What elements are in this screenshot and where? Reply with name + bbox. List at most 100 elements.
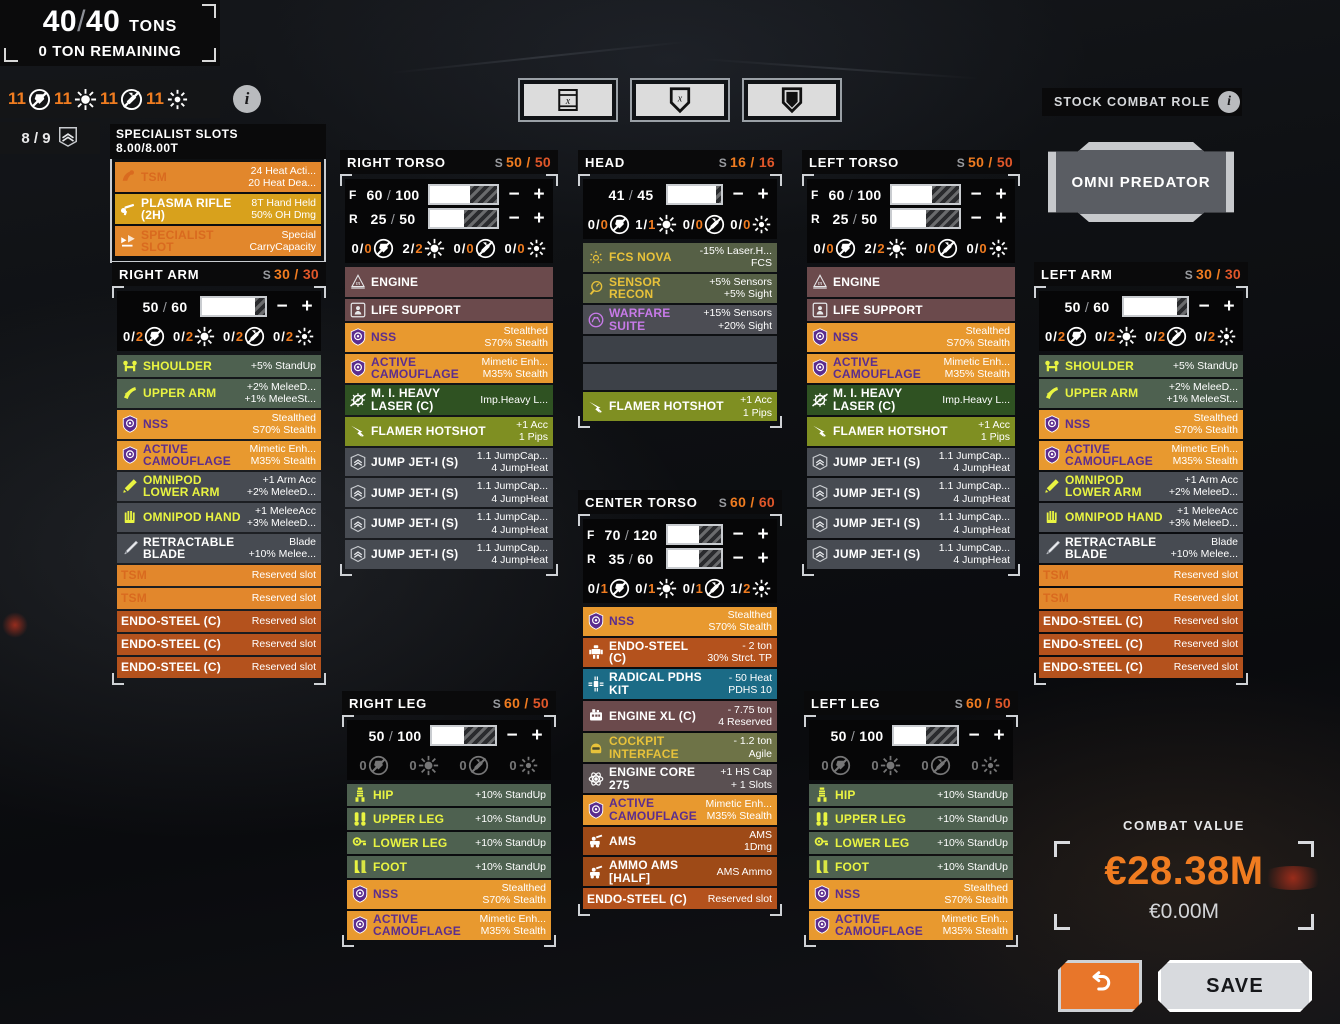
- armor-slider[interactable]: [200, 296, 267, 317]
- armor-decrease-button[interactable]: −: [964, 725, 984, 746]
- component-slot[interactable]: SENSOR RECON +5% Sensors +5% Sight: [583, 273, 777, 303]
- component-slot[interactable]: ACTIVE CAMOUFLAGE Mimetic Enh... M35% Stea…: [117, 440, 321, 470]
- armor-decrease-button[interactable]: −: [504, 208, 524, 229]
- armor-decrease-button[interactable]: −: [728, 184, 748, 205]
- damage-view-button[interactable]: x: [630, 78, 730, 122]
- armor-decrease-button[interactable]: −: [728, 548, 748, 569]
- armor-slider[interactable]: [892, 725, 959, 746]
- component-slot[interactable]: NSS Stealthed S70% Stealth: [807, 323, 1015, 352]
- armor-slider[interactable]: [890, 208, 961, 229]
- armor-increase-button[interactable]: +: [297, 296, 317, 317]
- component-slot[interactable]: ACTIVE CAMOUFLAGE Mimetic Enh... M35% Stea…: [583, 795, 777, 825]
- component-slot[interactable]: TSM Reserved slot: [1039, 587, 1243, 609]
- component-slot[interactable]: OMNIPOD HAND +1 MeleeAcc +3% MeleeD...: [1039, 502, 1243, 532]
- component-slot[interactable]: LOWER LEG +10% StandUp: [347, 832, 551, 854]
- component-slot[interactable]: ENDO-STEEL (C) Reserved slot: [117, 610, 321, 632]
- component-slot[interactable]: NSS Stealthed S70% Stealth: [583, 607, 777, 636]
- armor-decrease-button[interactable]: −: [272, 296, 292, 317]
- component-slot[interactable]: M. I. HEAVY LASER (C) Imp.Heavy L...: [807, 384, 1015, 415]
- component-slot[interactable]: JUMP JET-I (S) 1.1 JumpCap... 4 JumpHeat: [345, 509, 553, 538]
- armor-increase-button[interactable]: +: [527, 725, 547, 746]
- component-slot[interactable]: TSM Reserved slot: [117, 587, 321, 609]
- component-slot[interactable]: m ENGINE: [345, 267, 553, 297]
- component-slot[interactable]: WARFARE SUITE +15% Sensors +20% Sight: [583, 304, 777, 335]
- armor-increase-button[interactable]: +: [991, 208, 1011, 229]
- component-slot[interactable]: JUMP JET-I (S) 1.1 JumpCap... 4 JumpHeat: [807, 509, 1015, 538]
- component-slot[interactable]: OMNIPOD HAND +1 MeleeAcc +3% MeleeD...: [117, 502, 321, 532]
- component-slot[interactable]: RADICAL PDHS KIT - 50 Heat PDHS 10: [583, 668, 777, 699]
- component-slot[interactable]: ACTIVE CAMOUFLAGE Mimetic Enh... M35% Stea…: [807, 353, 1015, 383]
- armor-slider[interactable]: [666, 548, 723, 569]
- component-slot[interactable]: FOOT +10% StandUp: [347, 856, 551, 878]
- armor-increase-button[interactable]: +: [753, 548, 773, 569]
- component-slot[interactable]: UPPER LEG +10% StandUp: [347, 808, 551, 830]
- component-slot[interactable]: JUMP JET-I (S) 1.1 JumpCap... 4 JumpHeat: [807, 478, 1015, 508]
- armor-slider[interactable]: [428, 208, 499, 229]
- component-slot[interactable]: FLAMER HOTSHOT +1 Acc 1 Pips: [583, 392, 777, 421]
- component-slot[interactable]: SHOULDER +5% StandUp: [1039, 355, 1243, 377]
- armor-slider[interactable]: [428, 184, 499, 205]
- component-slot[interactable]: ENDO-STEEL (C) Reserved slot: [1039, 610, 1243, 632]
- component-slot[interactable]: RETRACTABLE BLADE Blade +10% Melee...: [117, 533, 321, 563]
- component-slot[interactable]: FLAMER HOTSHOT +1 Acc 1 Pips: [345, 416, 553, 446]
- component-slot[interactable]: LIFE SUPPORT: [345, 299, 553, 321]
- component-slot[interactable]: M. I. HEAVY LASER (C) Imp.Heavy L...: [345, 384, 553, 415]
- armor-decrease-button[interactable]: −: [502, 725, 522, 746]
- armor-slider[interactable]: [430, 725, 497, 746]
- armor-decrease-button[interactable]: −: [504, 184, 524, 205]
- component-slot[interactable]: OMNIPOD LOWER ARM +1 Arm Acc +2% MeleeD...: [117, 471, 321, 501]
- armor-increase-button[interactable]: +: [753, 524, 773, 545]
- armor-increase-button[interactable]: +: [1219, 296, 1239, 317]
- component-slot[interactable]: ENDO-STEEL (C) Reserved slot: [117, 633, 321, 655]
- save-button[interactable]: SAVE: [1158, 960, 1312, 1012]
- component-slot[interactable]: ENGINE XL (C) - 7.75 ton 4 Reserved: [583, 700, 777, 731]
- component-slot[interactable]: LOWER LEG +10% StandUp: [809, 832, 1013, 854]
- component-slot[interactable]: m ENGINE: [807, 267, 1015, 297]
- component-slot[interactable]: RETRACTABLE BLADE Blade +10% Melee...: [1039, 533, 1243, 563]
- component-slot[interactable]: JUMP JET-I (S) 1.1 JumpCap... 4 JumpHeat: [345, 478, 553, 508]
- role-info-icon[interactable]: i: [1218, 91, 1241, 113]
- armor-slider[interactable]: [666, 524, 723, 545]
- component-slot[interactable]: ENDO-STEEL (C) Reserved slot: [1039, 633, 1243, 655]
- component-slot[interactable]: NSS Stealthed S70% Stealth: [1039, 409, 1243, 439]
- armor-decrease-button[interactable]: −: [1194, 296, 1214, 317]
- component-slot[interactable]: JUMP JET-I (S) 1.1 JumpCap... 4 JumpHeat: [345, 447, 553, 477]
- armor-increase-button[interactable]: +: [991, 184, 1011, 205]
- specialist-slot[interactable]: TSM 24 Heat Acti... 20 Heat Dea...: [115, 162, 321, 193]
- component-slot[interactable]: ENDO-STEEL (C) - 2 ton 30% Strct. TP: [583, 637, 777, 667]
- armor-increase-button[interactable]: +: [529, 208, 549, 229]
- component-slot[interactable]: NSS Stealthed S70% Stealth: [345, 323, 553, 352]
- armor-slider[interactable]: [666, 184, 723, 205]
- component-slot[interactable]: FLAMER HOTSHOT +1 Acc 1 Pips: [807, 416, 1015, 446]
- armor-decrease-button[interactable]: −: [966, 184, 986, 205]
- loadout-view-button[interactable]: x: [518, 78, 618, 122]
- info-icon[interactable]: i: [233, 85, 261, 113]
- component-slot[interactable]: FCS NOVA -15% Laser.H... FCS: [583, 243, 777, 272]
- component-slot[interactable]: UPPER ARM +2% MeleeD... +1% MeleeSt...: [1039, 379, 1243, 408]
- component-slot[interactable]: AMMO AMS [HALF] AMS Ammo: [583, 857, 777, 887]
- component-slot[interactable]: ENDO-STEEL (C) Reserved slot: [583, 888, 777, 910]
- armor-slider[interactable]: [890, 184, 961, 205]
- specialist-slot[interactable]: PLASMA RIFLE (2H) 8T Hand Held 50% OH Dmg: [115, 194, 321, 225]
- revert-button[interactable]: [1058, 960, 1142, 1012]
- component-slot[interactable]: JUMP JET-I (S) 1.1 JumpCap... 4 JumpHeat: [807, 447, 1015, 477]
- component-slot[interactable]: NSS Stealthed S70% Stealth: [117, 409, 321, 439]
- component-slot[interactable]: ENDO-STEEL (C) Reserved slot: [117, 656, 321, 678]
- component-slot[interactable]: OMNIPOD LOWER ARM +1 Arm Acc +2% MeleeD...: [1039, 471, 1243, 501]
- component-slot[interactable]: UPPER LEG +10% StandUp: [809, 808, 1013, 830]
- component-slot[interactable]: FOOT +10% StandUp: [809, 856, 1013, 878]
- component-slot[interactable]: ACTIVE CAMOUFLAGE Mimetic Enh... M35% Stea…: [345, 353, 553, 383]
- component-slot[interactable]: ENDO-STEEL (C) Reserved slot: [1039, 656, 1243, 678]
- component-slot[interactable]: ACTIVE CAMOUFLAGE Mimetic Enh... M35% Stea…: [809, 910, 1013, 940]
- component-slot[interactable]: TSM Reserved slot: [117, 564, 321, 586]
- component-slot[interactable]: AMS AMS 1Dmg: [583, 826, 777, 856]
- armor-increase-button[interactable]: +: [529, 184, 549, 205]
- component-slot[interactable]: [583, 364, 777, 391]
- component-slot[interactable]: COCKPIT INTERFACE - 1.2 ton Agile: [583, 732, 777, 763]
- component-slot[interactable]: LIFE SUPPORT: [807, 299, 1015, 321]
- component-slot[interactable]: JUMP JET-I (S) 1.1 JumpCap... 4 JumpHeat: [345, 539, 553, 569]
- armor-view-button[interactable]: [742, 78, 842, 122]
- component-slot[interactable]: ENGINE CORE 275 +1 HS Cap + 1 Slots: [583, 764, 777, 794]
- component-slot[interactable]: NSS Stealthed S70% Stealth: [347, 880, 551, 909]
- armor-decrease-button[interactable]: −: [728, 524, 748, 545]
